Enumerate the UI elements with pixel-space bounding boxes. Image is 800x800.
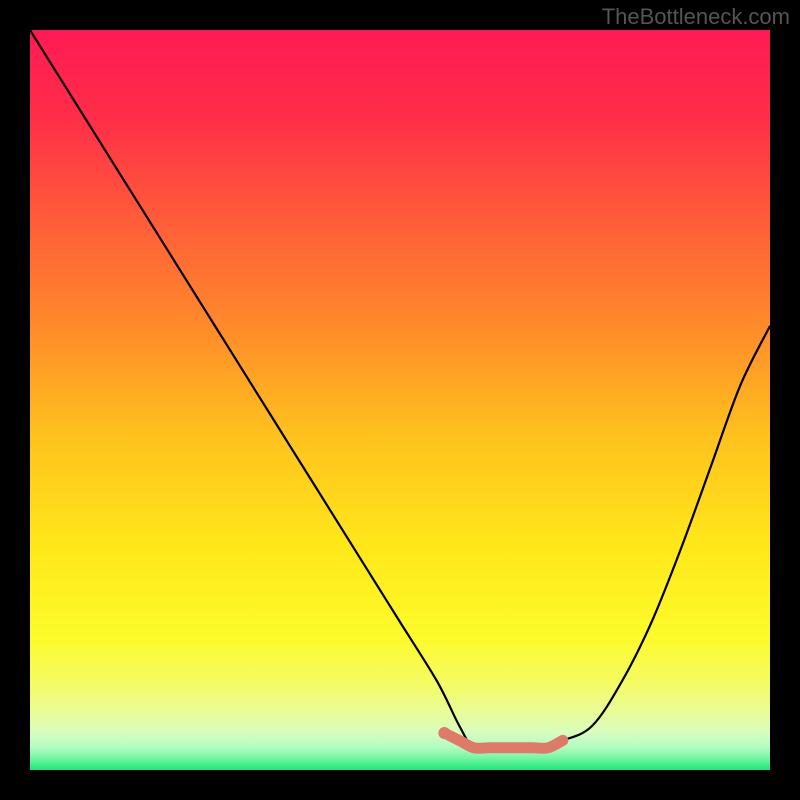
sweet-spot-band [444,733,562,748]
watermark-text: TheBottleneck.com [602,4,790,30]
curve-layer [30,30,770,770]
plot-area [30,30,770,770]
sweet-spot-marker [438,727,450,739]
bottleneck-curve [30,30,770,749]
chart-container: TheBottleneck.com [0,0,800,800]
